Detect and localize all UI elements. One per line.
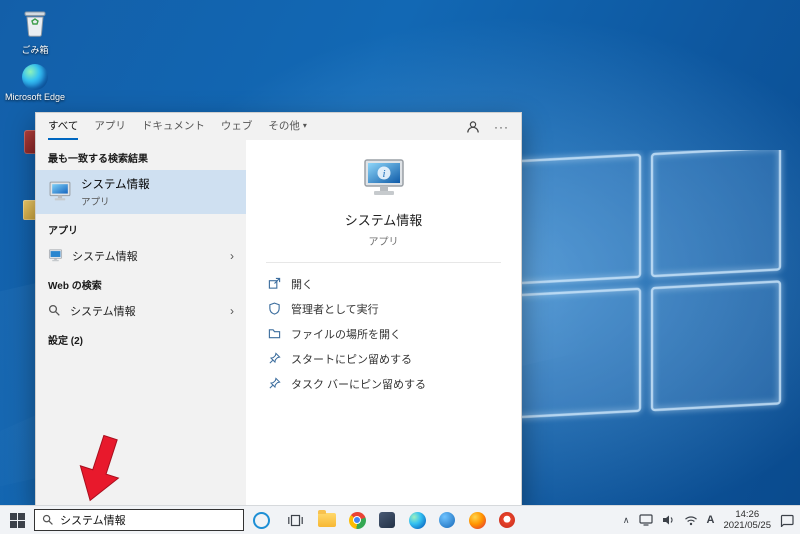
tab-more-label: その他 — [268, 118, 300, 133]
taskbar-app-7[interactable] — [492, 506, 522, 534]
apps-section-header: アプリ — [36, 214, 246, 242]
cortana-icon — [253, 512, 270, 529]
action-pin-to-start[interactable]: スタートにピン留めする — [268, 346, 499, 371]
taskbar-search-box[interactable] — [34, 509, 244, 531]
best-match-result[interactable]: システム情報 アプリ — [36, 170, 246, 214]
pin-icon — [268, 352, 281, 365]
taskbar-app-3[interactable] — [372, 506, 402, 534]
action-run-as-admin[interactable]: 管理者として実行 — [268, 296, 499, 321]
desktop-icon-recycle-bin[interactable]: ごみ箱 — [4, 8, 66, 55]
volume-icon[interactable] — [662, 514, 675, 526]
taskbar-app-5[interactable] — [432, 506, 462, 534]
network-icon[interactable] — [684, 515, 698, 526]
action-center-icon[interactable] — [780, 514, 794, 527]
user-account-icon[interactable] — [466, 120, 480, 134]
hidden-icons-chevron[interactable]: ∧ — [623, 515, 630, 526]
action-list: 開く 管理者として実行 ファイルの場所を開く — [246, 269, 521, 398]
desktop-icon-label: Microsoft Edge — [4, 92, 66, 102]
pin-icon — [268, 377, 281, 390]
chrome-icon — [349, 512, 366, 529]
search-results-pane: 最も一致する検索結果 システム情報 アプリ アプ — [36, 140, 246, 507]
search-filter-tabs: すべて アプリ ドキュメント ウェブ その他 ▾ ··· — [36, 113, 521, 140]
tab-more[interactable]: その他 ▾ — [268, 113, 307, 140]
search-icon — [48, 304, 61, 317]
open-icon — [268, 277, 281, 290]
tab-all[interactable]: すべて — [48, 113, 78, 140]
clock-date: 2021/05/25 — [723, 520, 771, 531]
recycle-bin-icon — [22, 8, 48, 38]
search-input[interactable] — [60, 514, 236, 526]
edge-icon — [22, 64, 48, 90]
svg-text:i: i — [382, 168, 385, 180]
app-icon — [439, 512, 455, 528]
desktop-icon-label: ごみ箱 — [4, 45, 66, 55]
taskbar-edge[interactable] — [402, 506, 432, 534]
action-open-file-location[interactable]: ファイルの場所を開く — [268, 321, 499, 346]
settings-section-header: 設定 (2) — [36, 324, 246, 352]
chevron-right-icon[interactable]: › — [230, 249, 234, 263]
chevron-right-icon[interactable]: › — [230, 304, 234, 318]
action-pin-to-taskbar[interactable]: タスク バーにピン留めする — [268, 371, 499, 396]
action-label: 開く — [291, 276, 313, 292]
task-view-button[interactable] — [278, 506, 312, 534]
display-tray-icon[interactable] — [639, 514, 653, 526]
cortana-button[interactable] — [244, 506, 278, 534]
start-button[interactable] — [0, 506, 34, 534]
tab-web[interactable]: ウェブ — [221, 113, 253, 140]
task-view-icon — [288, 514, 303, 527]
desktop-icon-edge[interactable]: Microsoft Edge — [4, 64, 66, 102]
shield-icon — [268, 302, 281, 315]
tab-apps[interactable]: アプリ — [94, 113, 126, 140]
web-result-system-info[interactable]: システム情報 › — [36, 297, 246, 324]
file-explorer-icon — [318, 513, 336, 527]
clock-time: 14:26 — [723, 509, 771, 520]
windows-logo-icon — [10, 513, 25, 528]
system-info-icon — [48, 249, 63, 263]
system-info-large-icon: i — [361, 158, 407, 200]
app-result-system-info[interactable]: システム情報 › — [36, 242, 246, 269]
system-tray: ∧ A 14:26 — [623, 509, 800, 532]
taskbar-file-explorer[interactable] — [312, 506, 342, 534]
detail-subtitle: アプリ — [369, 233, 399, 248]
action-open[interactable]: 開く — [268, 271, 499, 296]
more-options-icon[interactable]: ··· — [494, 120, 509, 134]
folder-icon — [268, 327, 281, 340]
action-label: スタートにピン留めする — [291, 351, 412, 367]
tab-documents[interactable]: ドキュメント — [142, 113, 205, 140]
system-info-icon — [48, 181, 72, 203]
result-label: システム情報 — [70, 303, 136, 319]
taskbar: ∧ A 14:26 — [0, 505, 800, 534]
taskbar-clock[interactable]: 14:26 2021/05/25 — [723, 509, 771, 532]
result-label: システム情報 — [72, 248, 138, 264]
app-icon — [499, 512, 515, 528]
firefox-icon — [469, 512, 486, 529]
windows-wallpaper-logo — [502, 150, 800, 440]
app-icon — [379, 512, 395, 528]
search-panel: すべて アプリ ドキュメント ウェブ その他 ▾ ··· 最も一致する検索結果 — [35, 112, 522, 508]
action-label: タスク バーにピン留めする — [291, 376, 426, 392]
result-detail-pane: i システム情報 アプリ 開く — [246, 140, 521, 507]
detail-title: システム情報 — [345, 210, 423, 229]
taskbar-chrome[interactable] — [342, 506, 372, 534]
chevron-down-icon: ▾ — [303, 121, 307, 130]
taskbar-firefox[interactable] — [462, 506, 492, 534]
action-label: 管理者として実行 — [291, 301, 379, 317]
edge-icon — [409, 512, 426, 529]
search-icon — [42, 514, 54, 526]
web-section-header: Web の検索 — [36, 269, 246, 297]
best-match-header: 最も一致する検索結果 — [36, 142, 246, 170]
action-label: ファイルの場所を開く — [291, 326, 401, 342]
desktop: ごみ箱 Microsoft Edge すべて アプリ ドキュメント ウェブ その… — [0, 0, 800, 534]
ime-mode-indicator[interactable]: A — [707, 514, 715, 526]
best-match-title: システム情報 — [81, 176, 150, 192]
best-match-subtitle: アプリ — [81, 194, 150, 208]
divider — [266, 262, 501, 263]
